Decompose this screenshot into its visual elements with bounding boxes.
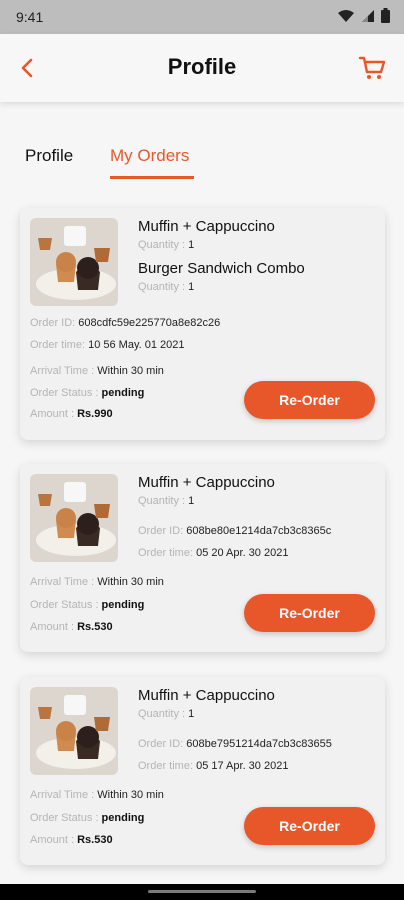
item-quantity: Quantity : 1 [138,495,195,507]
item-quantity: Quantity : 1 [138,239,195,251]
tab-my-orders[interactable]: My Orders [110,146,189,166]
cart-icon [358,56,386,79]
order-card: Muffin + Cappuccino Quantity : 1 Order I… [20,464,385,652]
food-image [30,687,118,775]
order-amount: Amount : Rs.530 [30,621,113,633]
item-name: Burger Sandwich Combo [138,260,305,277]
signal-icon [362,9,374,22]
order-time: Order time: 10 56 May. 01 2021 [30,339,185,351]
profile-tabs: Profile My Orders [0,130,404,180]
order-id: Order ID: 608be80e1214da7cb3c8365c [138,525,332,537]
order-time: Order time: 05 17 Apr. 30 2021 [138,760,289,772]
food-image [30,218,118,306]
reorder-button[interactable]: Re-Order [244,594,375,632]
food-image [30,474,118,562]
item-name: Muffin + Cappuccino [138,687,275,704]
arrival-time: Arrival Time : Within 30 min [30,576,164,588]
arrival-time: Arrival Time : Within 30 min [30,365,164,377]
battery-icon [381,8,390,23]
order-card: Muffin + Cappuccino Quantity : 1 Burger … [20,208,385,440]
arrival-time: Arrival Time : Within 30 min [30,789,164,801]
reorder-button[interactable]: Re-Order [244,807,375,845]
order-status: Order Status : pending [30,387,145,399]
order-card: Muffin + Cappuccino Quantity : 1 Order I… [20,677,385,865]
order-id: Order ID: 608be7951214da7cb3c83655 [138,738,332,750]
status-time: 9:41 [16,9,44,25]
item-quantity: Quantity : 1 [138,708,195,720]
order-status: Order Status : pending [30,599,145,611]
page-title: Profile [167,54,237,79]
order-time: Order time: 05 20 Apr. 30 2021 [138,547,289,559]
item-quantity: Quantity : 1 [138,281,195,293]
order-amount: Amount : Rs.990 [30,408,113,420]
reorder-button[interactable]: Re-Order [244,381,375,419]
order-status: Order Status : pending [30,812,145,824]
status-bar: 9:41 [0,0,404,34]
order-amount: Amount : Rs.530 [30,834,113,846]
tab-profile[interactable]: Profile [25,146,73,166]
app-bar: Profile [0,34,404,102]
order-id: Order ID: 608cdfc59e225770a8e82c26 [30,317,221,329]
item-name: Muffin + Cappuccino [138,474,275,491]
muffin-image [30,218,118,306]
muffin-image [30,687,118,775]
muffin-image [30,474,118,562]
home-indicator[interactable] [148,890,256,893]
system-nav-bar [0,884,404,900]
status-icons [337,8,390,23]
item-name: Muffin + Cappuccino [138,218,275,235]
active-tab-indicator [110,176,194,179]
wifi-icon [338,9,354,22]
cart-button[interactable] [358,54,386,82]
